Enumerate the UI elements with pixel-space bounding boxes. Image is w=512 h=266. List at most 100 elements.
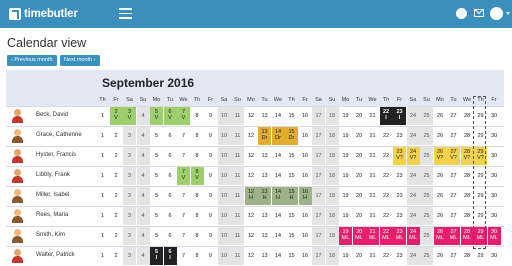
calendar-day-cell[interactable]: 13	[258, 247, 271, 265]
brand-logo[interactable]: timebutler	[9, 6, 78, 22]
calendar-day-cell[interactable]: 23	[393, 187, 406, 205]
calendar-day-cell[interactable]: 6	[164, 147, 177, 165]
calendar-day-cell[interactable]: 6	[164, 167, 177, 185]
calendar-day-cell[interactable]: 24	[406, 107, 420, 125]
calendar-day-cell[interactable]: 25	[420, 147, 433, 165]
calendar-day-cell[interactable]: 17	[312, 147, 325, 165]
calendar-day-cell[interactable]: 17	[312, 187, 325, 205]
calendar-day-cell[interactable]: 9	[204, 167, 217, 185]
calendar-day-cell[interactable]: 22	[380, 247, 393, 265]
calendar-day-cell[interactable]: 2	[110, 207, 123, 225]
calendar-day-cell[interactable]: 4	[136, 147, 150, 165]
calendar-day-cell[interactable]: 26 V?	[433, 147, 447, 165]
calendar-day-cell[interactable]: 14 Dr	[271, 127, 285, 145]
calendar-day-cell[interactable]: 20	[353, 207, 366, 225]
employee-name[interactable]: Rees, Maria	[36, 212, 68, 218]
calendar-day-cell[interactable]: 15 Dr	[285, 127, 298, 145]
calendar-day-cell[interactable]: 12	[245, 107, 258, 125]
calendar-day-cell[interactable]: 16	[299, 227, 312, 245]
calendar-day-cell[interactable]: 10	[217, 187, 231, 205]
calendar-day-cell[interactable]: 12	[245, 127, 258, 145]
chevron-down-icon[interactable]	[506, 12, 510, 15]
calendar-day-cell[interactable]: 9	[204, 227, 217, 245]
calendar-day-cell[interactable]: 6V	[163, 107, 177, 125]
calendar-day-cell[interactable]: 25	[420, 247, 433, 265]
calendar-day-cell[interactable]: 30	[488, 187, 501, 205]
calendar-day-cell[interactable]: 15	[285, 147, 298, 165]
calendar-day-cell[interactable]: 22 ML	[379, 227, 393, 245]
calendar-day-cell[interactable]: 26	[434, 187, 447, 205]
calendar-day-cell[interactable]: 18	[325, 107, 339, 125]
calendar-day-cell[interactable]: 27	[447, 167, 460, 185]
calendar-day-cell[interactable]: 6	[164, 227, 177, 245]
calendar-day-cell[interactable]: 11	[231, 187, 244, 205]
calendar-day-cell[interactable]: 4	[136, 187, 150, 205]
calendar-day-cell[interactable]: 1	[96, 167, 109, 185]
calendar-day-cell[interactable]: 7	[177, 187, 190, 205]
calendar-day-cell[interactable]: 20	[353, 127, 366, 145]
calendar-day-cell[interactable]: 4	[136, 207, 150, 225]
calendar-day-cell[interactable]: 27	[447, 187, 460, 205]
calendar-day-cell[interactable]: 26	[434, 167, 447, 185]
calendar-day-cell[interactable]: 10	[217, 247, 231, 265]
calendar-day-cell[interactable]: 19	[339, 247, 352, 265]
calendar-day-cell[interactable]: 24	[406, 187, 420, 205]
calendar-day-cell[interactable]: 30	[488, 247, 501, 265]
calendar-day-cell[interactable]: 25	[420, 127, 433, 145]
calendar-day-cell[interactable]: 13	[258, 167, 271, 185]
employee-name[interactable]: Walter, Patrick	[36, 252, 74, 258]
calendar-day-cell[interactable]: 24 V?	[406, 147, 420, 165]
calendar-day-cell[interactable]: 16	[299, 107, 312, 125]
calendar-day-cell[interactable]: 6	[164, 127, 177, 145]
calendar-day-cell[interactable]: 7	[177, 247, 190, 265]
calendar-day-cell[interactable]: 15	[285, 207, 298, 225]
calendar-day-cell[interactable]: 21	[366, 207, 379, 225]
calendar-day-cell[interactable]: 21	[366, 247, 379, 265]
employee-name[interactable]: Smith, Kim	[36, 232, 65, 238]
calendar-day-cell[interactable]: 11	[231, 107, 244, 125]
calendar-day-cell[interactable]: 18	[325, 147, 339, 165]
calendar-day-cell[interactable]: 12 H	[244, 187, 258, 205]
user-avatar-icon[interactable]	[490, 7, 503, 20]
calendar-day-cell[interactable]: 14	[272, 167, 285, 185]
calendar-day-cell[interactable]: 17	[312, 247, 325, 265]
calendar-day-cell[interactable]: 8	[191, 207, 204, 225]
calendar-day-cell[interactable]: 27 ML	[447, 227, 460, 245]
calendar-day-cell[interactable]: 17	[312, 107, 325, 125]
calendar-day-cell[interactable]: 11	[231, 127, 244, 145]
calendar-day-cell[interactable]: 23	[393, 167, 406, 185]
calendar-day-cell[interactable]: 23	[393, 207, 406, 225]
calendar-day-cell[interactable]: 7	[177, 147, 190, 165]
employee-name[interactable]: Miller, Isabel	[36, 192, 69, 198]
calendar-day-cell[interactable]: 8	[191, 107, 204, 125]
calendar-day-cell[interactable]: 22	[380, 187, 393, 205]
calendar-day-cell[interactable]: 19	[339, 147, 352, 165]
calendar-day-cell[interactable]: 3	[123, 187, 136, 205]
calendar-day-cell[interactable]: 13	[258, 207, 271, 225]
calendar-day-cell[interactable]: 18	[325, 127, 339, 145]
calendar-day-cell[interactable]: 20	[353, 147, 366, 165]
calendar-day-cell[interactable]: 20	[353, 107, 366, 125]
calendar-day-cell[interactable]: 22 I	[379, 107, 393, 125]
calendar-day-cell[interactable]: 17	[312, 167, 325, 185]
calendar-day-cell[interactable]: 26	[434, 127, 447, 145]
calendar-day-cell[interactable]: 3	[123, 227, 136, 245]
calendar-day-cell[interactable]: 10	[217, 207, 231, 225]
employee-name[interactable]: Libbly, Frank	[36, 172, 70, 178]
calendar-day-cell[interactable]: 1	[96, 207, 109, 225]
calendar-day-cell[interactable]: 25	[420, 227, 433, 245]
calendar-day-cell[interactable]: 13	[258, 107, 271, 125]
calendar-day-cell[interactable]: 28	[461, 167, 474, 185]
calendar-day-cell[interactable]: 5	[150, 227, 163, 245]
calendar-day-cell[interactable]: 5	[150, 127, 163, 145]
calendar-day-cell[interactable]: 3	[123, 207, 136, 225]
calendar-day-cell[interactable]: 16	[299, 247, 312, 265]
calendar-day-cell[interactable]: 23 V?	[393, 147, 406, 165]
calendar-day-cell[interactable]: 15	[285, 247, 298, 265]
calendar-day-cell[interactable]: 11	[231, 247, 244, 265]
calendar-day-cell[interactable]: 22	[380, 167, 393, 185]
calendar-day-cell[interactable]: 26 ML	[433, 227, 447, 245]
calendar-day-cell[interactable]: 9	[204, 207, 217, 225]
calendar-day-cell[interactable]: 7	[177, 207, 190, 225]
calendar-day-cell[interactable]: 25	[420, 187, 433, 205]
